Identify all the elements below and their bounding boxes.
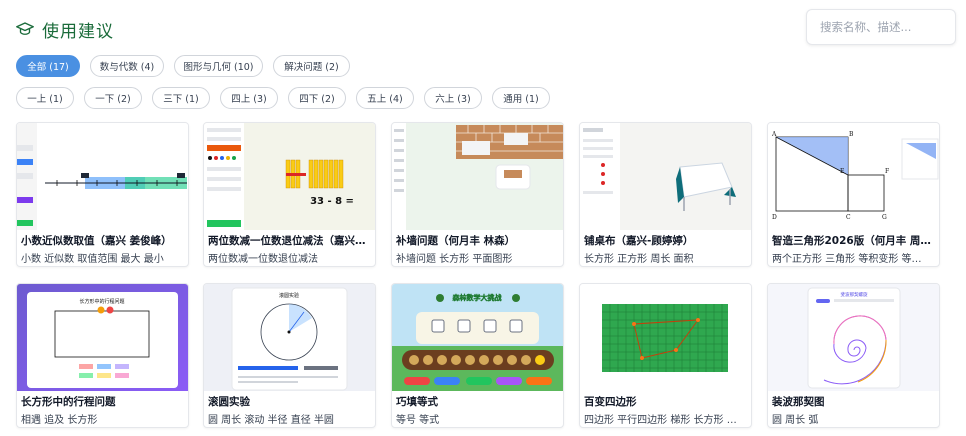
filter-chip-grade-5a[interactable]: 五上 (4): [356, 87, 414, 109]
activity-card[interactable]: 33 - 8 = 两位数减一位数退位减法（嘉兴… 两位数减一位数退位减法: [203, 122, 376, 267]
filter-chip-problem-solving[interactable]: 解决问题 (2): [273, 55, 350, 77]
card-thumbnail: A B E F D C G: [768, 123, 939, 230]
search-input[interactable]: 搜索名称、描述...: [806, 9, 956, 45]
thumb-title-text: 长方形中的行程问题: [79, 298, 124, 305]
card-thumbnail: 森林数学大挑战: [392, 284, 563, 391]
filter-chip-grade-1b[interactable]: 一下 (2): [84, 87, 142, 109]
thumb-label: D: [772, 214, 777, 221]
activity-card[interactable]: 补墙问题（何月丰 林森） 补墙问题 长方形 平面图形: [391, 122, 564, 267]
filter-chip-grade-4b[interactable]: 四下 (2): [288, 87, 346, 109]
card-title: 小数近似数取值（嘉兴 姜俊峰）: [21, 235, 172, 247]
search-placeholder: 搜索名称、描述...: [820, 20, 912, 34]
filter-chip-number-algebra[interactable]: 数与代数 (4): [90, 55, 164, 77]
card-title: 巧填等式: [396, 396, 438, 408]
filter-chip-general[interactable]: 通用 (1): [492, 87, 550, 109]
grade-filter-row: 一上 (1) 一下 (2) 三下 (1) 四上 (3) 四下 (2) 五上 (4…: [16, 87, 560, 109]
card-thumbnail: 长方形中的行程问题: [17, 284, 188, 391]
card-tags: 两个正方形 三角形 等积变形 等…: [772, 254, 922, 265]
card-thumbnail: [580, 284, 751, 391]
filter-chip-grade-1a[interactable]: 一上 (1): [16, 87, 74, 109]
thumb-label: G: [882, 214, 887, 221]
page-header: 使用建议: [16, 14, 114, 44]
card-tags: 四边形 平行四边形 梯形 长方形 …: [584, 415, 737, 426]
card-tags: 相遇 追及 长方形: [21, 415, 98, 426]
card-thumbnail: [580, 123, 751, 230]
card-tags: 圆 周长 滚动 半径 直径 半圆: [208, 415, 334, 426]
card-thumbnail: [392, 123, 563, 230]
card-thumbnail: 斐波那契螺旋: [768, 284, 939, 391]
category-filter-row: 全部 (17) 数与代数 (4) 图形与几何 (10) 解决问题 (2): [16, 55, 360, 77]
card-tags: 小数 近似数 取值范围 最大 最小: [21, 254, 164, 265]
activity-card[interactable]: 斐波那契螺旋 装波那契图 圆 周长 弧: [767, 283, 940, 428]
thumb-label: B: [849, 131, 854, 138]
thumb-title-text: 斐波那契螺旋: [841, 291, 868, 298]
thumb-equation-text: 33 - 8 =: [310, 196, 354, 207]
card-title: 智造三角形2026版（何月丰 周…: [772, 235, 931, 247]
activity-card[interactable]: 森林数学大挑战 巧填等式 等号 等式: [391, 283, 564, 428]
card-tags: 补墙问题 长方形 平面图形: [396, 254, 513, 265]
card-tags: 两位数减一位数退位减法: [208, 254, 318, 265]
thumb-label: E: [840, 168, 844, 175]
activity-card[interactable]: 铺桌布（嘉兴-顾婷婷） 长方形 正方形 周长 面积: [579, 122, 752, 267]
card-title: 装波那契图: [772, 396, 825, 408]
activity-card[interactable]: 小数近似数取值（嘉兴 姜俊峰） 小数 近似数 取值范围 最大 最小: [16, 122, 189, 267]
graduation-cap-icon: [16, 22, 34, 35]
card-tags: 长方形 正方形 周长 面积: [584, 254, 694, 265]
page-title: 使用建议: [42, 21, 114, 42]
card-title: 铺桌布（嘉兴-顾婷婷）: [584, 235, 694, 247]
filter-chip-all[interactable]: 全部 (17): [16, 55, 80, 77]
card-title: 滚圆实验: [208, 396, 250, 408]
card-thumbnail: [17, 123, 188, 230]
filter-chip-grade-6a[interactable]: 六上 (3): [424, 87, 482, 109]
thumb-title-text: 森林数学大挑战: [453, 293, 502, 302]
filter-chip-grade-4a[interactable]: 四上 (3): [220, 87, 278, 109]
card-thumbnail: 滚圆实验: [204, 284, 375, 391]
activity-card[interactable]: 长方形中的行程问题 长方形中的行程问题 相遇 追及 长方形: [16, 283, 189, 428]
card-thumbnail: 33 - 8 =: [204, 123, 375, 230]
card-tags: 等号 等式: [396, 415, 440, 426]
filter-chip-geometry[interactable]: 图形与几何 (10): [174, 55, 263, 77]
card-title: 百变四边形: [584, 396, 637, 408]
thumb-label: C: [846, 214, 851, 221]
card-title: 长方形中的行程问题: [21, 396, 116, 408]
filter-chip-grade-3b[interactable]: 三下 (1): [152, 87, 210, 109]
activity-card[interactable]: 百变四边形 四边形 平行四边形 梯形 长方形 …: [579, 283, 752, 428]
activity-card[interactable]: 滚圆实验 滚圆实验 圆 周长 滚动 半径 直径 半圆: [203, 283, 376, 428]
activity-card[interactable]: A B E F D C G 智造三角形2026版（何月丰 周… 两个正方形 三角…: [767, 122, 940, 267]
thumb-label: F: [885, 168, 889, 175]
thumb-label: A: [771, 131, 777, 138]
card-tags: 圆 周长 弧: [772, 415, 819, 426]
card-title: 两位数减一位数退位减法（嘉兴…: [208, 235, 366, 247]
thumb-title-text: 滚圆实验: [279, 292, 299, 299]
card-title: 补墙问题（何月丰 林森）: [396, 235, 516, 247]
